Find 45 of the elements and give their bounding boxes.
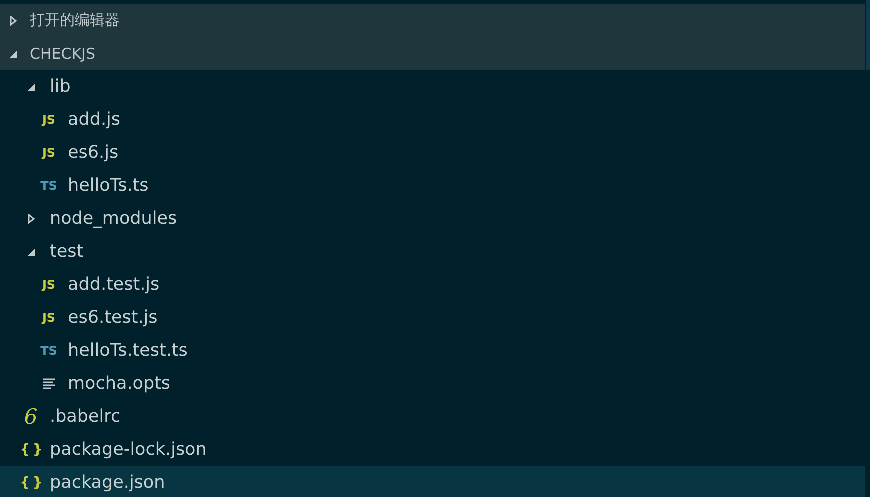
file-row[interactable]: mocha.opts [0,367,865,400]
file-row[interactable]: TS helloTs.test.ts [0,334,865,367]
braces-icon: { } [20,442,42,458]
babel-file-icon: 6 [24,404,38,428]
section-header[interactable]: CHECKJS [0,37,865,70]
file-row[interactable]: JS add.test.js [0,268,865,301]
twistie-icon[interactable] [26,246,36,256]
section-title: CHECKJS [30,44,96,62]
js-file-icon: JS [42,278,56,292]
twistie-icon[interactable] [26,214,36,224]
file-row[interactable]: TS helloTs.ts [0,169,865,202]
file-name: es6.js [68,142,119,162]
folder-name: node_modules [50,208,178,228]
file-name: .babelrc [50,406,121,426]
section-title: 打开的编辑器 [30,11,120,30]
braces-icon: { } [20,474,42,490]
folder-name: lib [50,76,71,96]
ts-file-icon: TS [40,178,58,192]
file-name: add.js [68,110,120,130]
file-name: package.json [50,472,166,492]
twistie-icon[interactable] [8,16,18,26]
file-name: helloTs.test.ts [68,340,188,360]
section-header[interactable]: 打开的编辑器 [0,4,865,37]
js-file-icon: JS [42,112,56,126]
twistie-icon[interactable] [26,82,36,92]
file-name: mocha.opts [68,374,171,394]
folder-row[interactable]: node_modules [0,202,865,235]
folder-name: test [50,242,84,262]
folder-row[interactable]: lib [0,70,865,103]
file-name: add.test.js [68,274,160,294]
file-row[interactable]: 6 .babelrc [0,400,865,433]
js-file-icon: JS [42,310,56,324]
file-name: es6.test.js [68,308,158,328]
folder-row[interactable]: test [0,235,865,268]
file-row[interactable]: { } package.json [0,466,865,497]
file-row[interactable]: { } package-lock.json [0,433,865,466]
lines-icon [43,378,55,390]
file-name: package-lock.json [50,440,207,460]
file-row[interactable]: JS es6.js [0,136,865,169]
file-row[interactable]: JS add.js [0,103,865,136]
ts-file-icon: TS [40,344,58,358]
js-file-icon: JS [42,146,56,160]
twistie-icon[interactable] [8,48,18,58]
file-name: helloTs.ts [68,176,149,196]
file-row[interactable]: JS es6.test.js [0,301,865,334]
